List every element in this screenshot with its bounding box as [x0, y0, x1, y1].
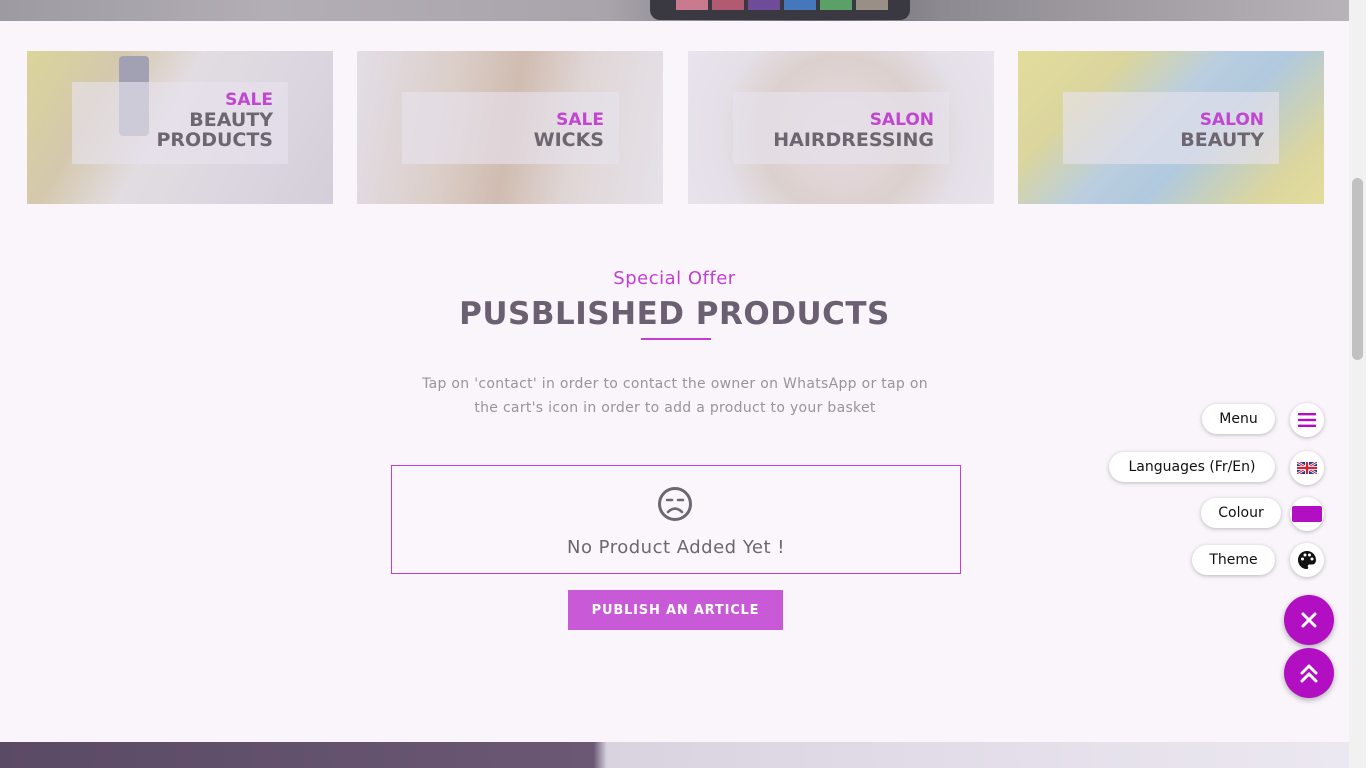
- category-card-beauty-products[interactable]: SALE BEAUTY PRODUCTS: [27, 51, 333, 204]
- close-icon: [1301, 612, 1317, 628]
- bottom-banner-image: [0, 742, 1349, 768]
- scrollbar-thumb[interactable]: [1352, 178, 1363, 360]
- card-label: SALE BEAUTY PRODUCTS: [72, 82, 288, 164]
- card-label: SALE WICKS: [402, 92, 619, 164]
- menu-button[interactable]: [1290, 403, 1324, 437]
- card-kicker: SALE: [556, 110, 604, 130]
- category-card-wicks[interactable]: SALE WICKS: [357, 51, 663, 204]
- top-banner-image: [0, 0, 1349, 21]
- description-line-2: the cart's icon in order to add a produc…: [474, 400, 876, 416]
- empty-state-text: No Product Added Yet !: [566, 537, 785, 558]
- menu-label[interactable]: Menu: [1202, 404, 1275, 434]
- theme-label[interactable]: Theme: [1192, 545, 1275, 575]
- card-title: BEAUTY: [189, 109, 273, 131]
- uk-flag-icon: [1297, 462, 1317, 474]
- card-title: WICKS: [533, 129, 604, 151]
- colour-button[interactable]: [1290, 497, 1324, 531]
- languages-label[interactable]: Languages (Fr/En): [1109, 452, 1275, 482]
- card-kicker: SALON: [1199, 110, 1264, 130]
- palette-icon: [1298, 551, 1316, 569]
- close-menu-button[interactable]: [1284, 595, 1334, 645]
- frown-face-icon: [658, 487, 692, 521]
- section-title: PUSBLISHED PRODUCTS: [459, 296, 890, 332]
- category-cards: SALE BEAUTY PRODUCTS SALE WICKS SALON HA…: [27, 51, 1324, 204]
- colour-swatch-icon: [1292, 506, 1322, 522]
- double-chevron-up-icon: [1300, 664, 1318, 683]
- card-kicker: SALE: [225, 90, 273, 110]
- empty-products-box: No Product Added Yet !: [391, 465, 961, 574]
- section-description: Tap on 'contact' in order to contact the…: [400, 372, 950, 420]
- card-kicker: SALON: [869, 110, 934, 130]
- card-title: BEAUTY: [1180, 129, 1264, 151]
- page-scrollbar[interactable]: [1349, 0, 1366, 768]
- hamburger-icon: [1298, 413, 1316, 427]
- card-label: SALON BEAUTY: [1063, 92, 1279, 164]
- card-title: HAIRDRESSING: [773, 129, 934, 151]
- colour-label[interactable]: Colour: [1201, 498, 1281, 528]
- card-label: SALON HAIRDRESSING: [733, 92, 949, 164]
- title-underline: [641, 338, 711, 340]
- theme-button[interactable]: [1290, 543, 1324, 577]
- category-card-beauty[interactable]: SALON BEAUTY: [1018, 51, 1324, 204]
- description-line-1: Tap on 'contact' in order to contact the…: [422, 376, 928, 392]
- makeup-palette-image: [650, 0, 910, 20]
- publish-article-button[interactable]: PUBLISH AN ARTICLE: [568, 590, 783, 630]
- section-kicker: Special Offer: [613, 268, 736, 289]
- languages-button[interactable]: [1290, 451, 1324, 485]
- category-card-hairdressing[interactable]: SALON HAIRDRESSING: [688, 51, 994, 204]
- scroll-to-top-button[interactable]: [1284, 648, 1334, 698]
- card-title-line2: PRODUCTS: [156, 129, 274, 151]
